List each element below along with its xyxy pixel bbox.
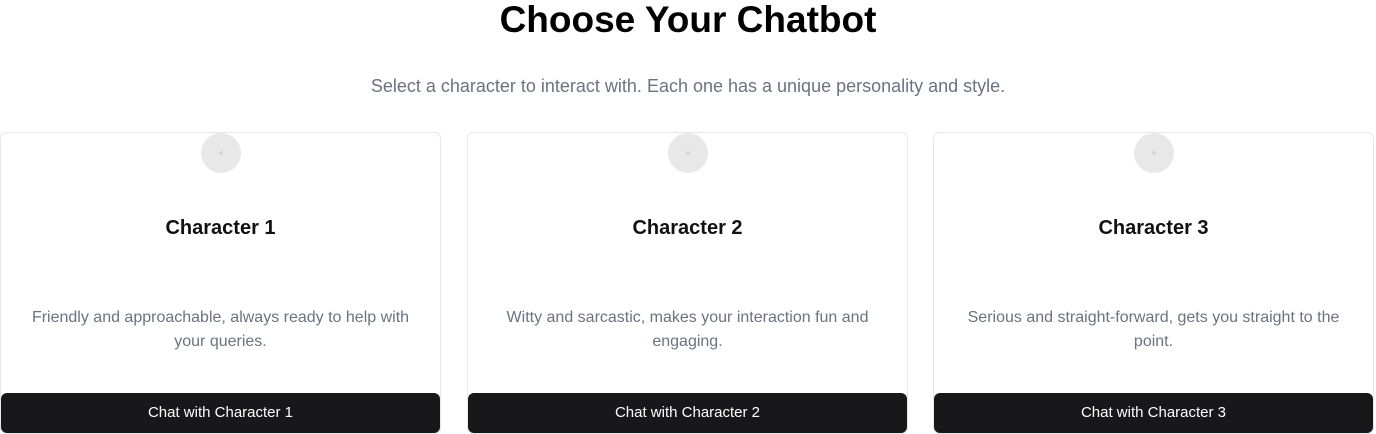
avatar-placeholder-icon [667, 133, 708, 173]
avatar-placeholder-icon [200, 133, 241, 173]
page-title: Choose Your Chatbot [499, 0, 877, 40]
character-name: Character 3 [1098, 217, 1209, 239]
chat-with-character-2-button[interactable]: Chat with Character 2 [468, 393, 907, 433]
character-description: Serious and straight-forward, gets you s… [967, 309, 1340, 350]
chatbot-selection-page: Choose Your Chatbot Select a character t… [0, 0, 1376, 434]
chat-with-character-1-button[interactable]: Chat with Character 1 [1, 393, 440, 433]
character-description: Friendly and approachable, always ready … [31, 309, 410, 350]
character-name: Character 2 [632, 217, 743, 239]
character-name: Character 1 [165, 217, 276, 239]
character-card-1: Character 1 Friendly and approachable, a… [0, 132, 441, 434]
avatar-placeholder-icon [1133, 133, 1174, 173]
page-subtitle: Select a character to interact with. Eac… [370, 76, 1006, 96]
character-description: Witty and sarcastic, makes your interact… [506, 309, 869, 350]
chat-with-character-3-button[interactable]: Chat with Character 3 [934, 393, 1373, 433]
character-card-3: Character 3 Serious and straight-forward… [933, 132, 1374, 434]
character-card-2: Character 2 Witty and sarcastic, makes y… [467, 132, 908, 434]
